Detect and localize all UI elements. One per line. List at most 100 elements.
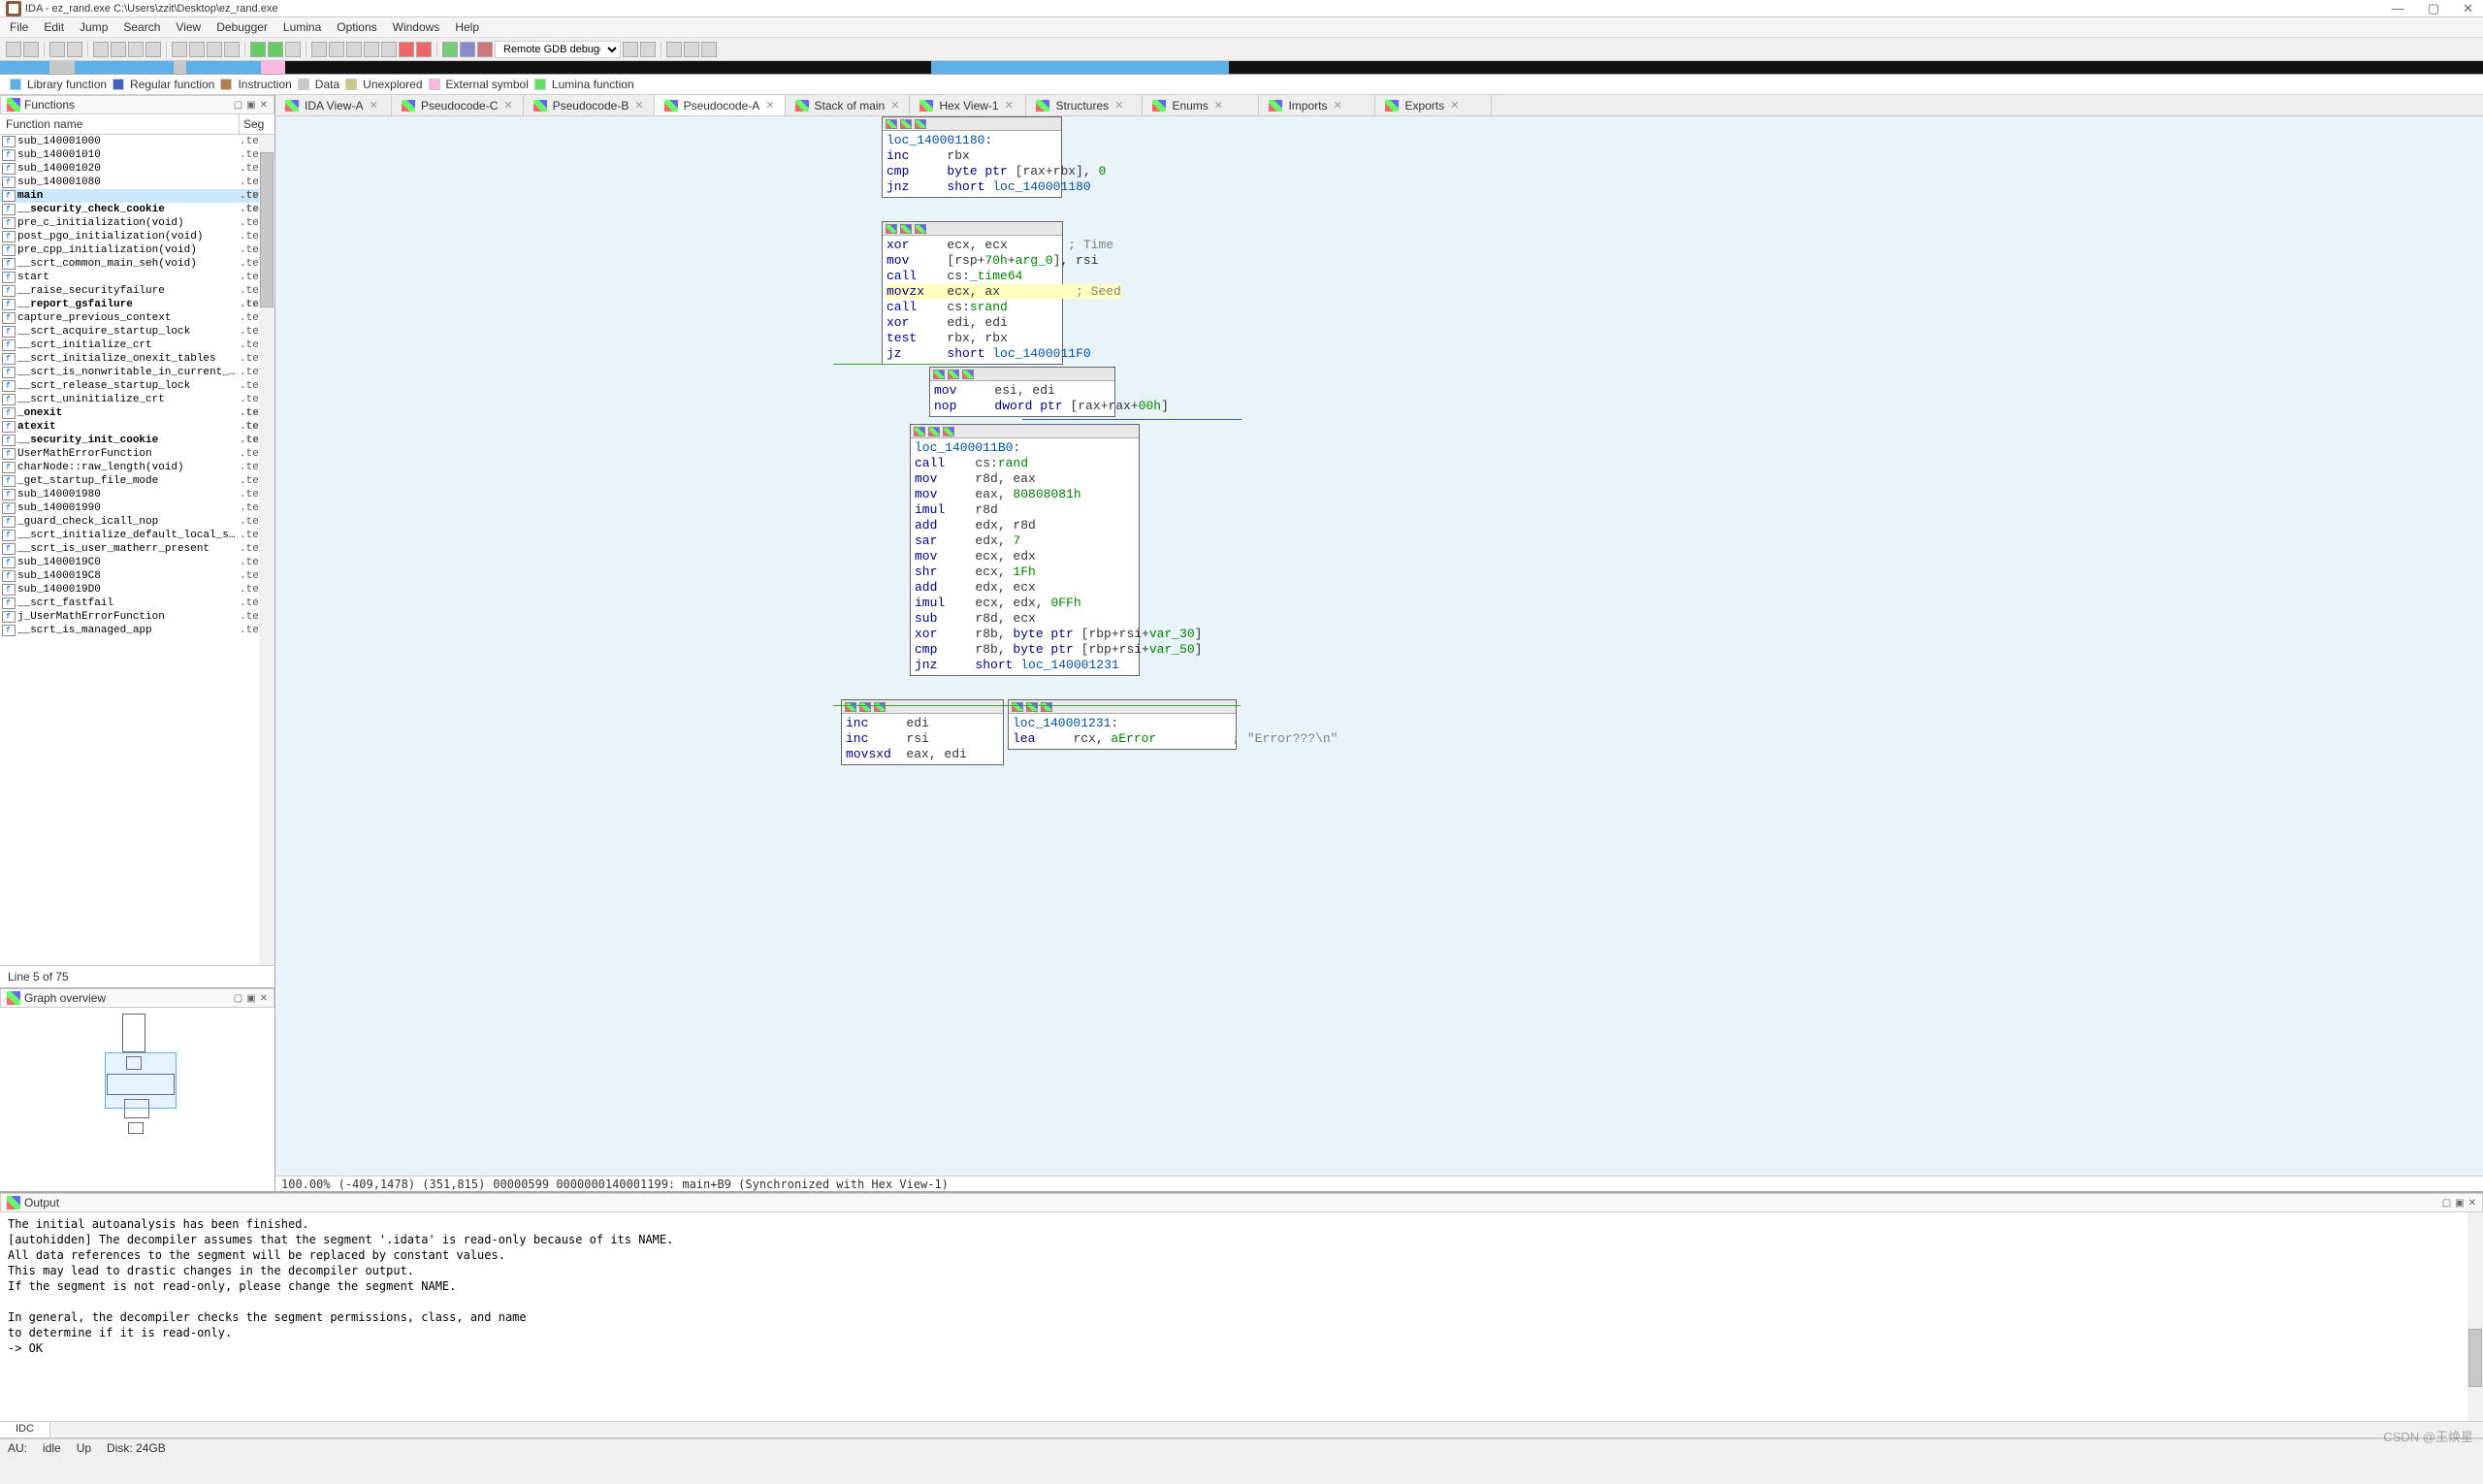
tool-button[interactable]: [93, 42, 109, 57]
function-row[interactable]: sub_1400019C0.tex: [0, 556, 274, 569]
pause-button[interactable]: [460, 42, 475, 57]
maximize-panel-button[interactable]: ▣: [246, 993, 255, 1004]
close-panel-button[interactable]: ✕: [2468, 1198, 2476, 1209]
undock-button[interactable]: ▢: [234, 100, 242, 111]
idc-tab[interactable]: IDC: [0, 1422, 50, 1437]
tab-enums[interactable]: Enums✕: [1143, 95, 1259, 115]
tool-button[interactable]: [364, 42, 379, 57]
maximize-button[interactable]: ▢: [2428, 1, 2439, 16]
run-button[interactable]: [442, 42, 458, 57]
tool-button[interactable]: [416, 42, 432, 57]
col-seg[interactable]: Seg: [240, 114, 274, 134]
scrollbar-thumb[interactable]: [2468, 1329, 2482, 1387]
close-panel-button[interactable]: ✕: [260, 100, 268, 111]
tool-button[interactable]: [128, 42, 144, 57]
functions-column-header[interactable]: Function name Seg: [0, 114, 274, 135]
graph-view[interactable]: loc_140001180:inc rbxcmp byte ptr [rax+r…: [275, 116, 2483, 1191]
function-row[interactable]: __scrt_is_nonwritable_in_current_image.t…: [0, 366, 274, 379]
function-row[interactable]: __scrt_is_user_matherr_present.tex: [0, 542, 274, 556]
function-row[interactable]: j_UserMathErrorFunction.tex: [0, 610, 274, 624]
function-row[interactable]: __security_init_cookie.te: [0, 434, 274, 447]
function-row[interactable]: __scrt_uninitialize_crt.tex: [0, 393, 274, 406]
menu-lumina[interactable]: Lumina: [283, 20, 321, 34]
col-function-name[interactable]: Function name: [0, 114, 240, 134]
function-row[interactable]: atexit.te: [0, 420, 274, 434]
tool-button[interactable]: [666, 42, 682, 57]
function-row[interactable]: sub_140001990.tex: [0, 501, 274, 515]
tab-imports[interactable]: Imports✕: [1259, 95, 1375, 115]
menu-options[interactable]: Options: [337, 20, 376, 34]
function-row[interactable]: __scrt_release_startup_lock.tex: [0, 379, 274, 393]
close-button[interactable]: ✕: [2463, 1, 2473, 16]
function-row[interactable]: sub_140001000.tex: [0, 135, 274, 148]
asm-node-6[interactable]: loc_140001231:lea rcx, aError ; "Error??…: [1008, 699, 1237, 750]
scrollbar-thumb[interactable]: [260, 152, 274, 307]
asm-node-1[interactable]: loc_140001180:inc rbxcmp byte ptr [rax+r…: [882, 116, 1062, 198]
tab-structures[interactable]: Structures✕: [1026, 95, 1143, 115]
function-row[interactable]: __scrt_initialize_onexit_tables.tex: [0, 352, 274, 366]
scrollbar[interactable]: [2467, 1212, 2483, 1421]
graph-overview-canvas[interactable]: [0, 1008, 274, 1191]
maximize-panel-button[interactable]: ▣: [246, 100, 255, 111]
tool-button[interactable]: [346, 42, 362, 57]
function-row[interactable]: post_pgo_initialization(void).tex: [0, 230, 274, 243]
tool-button[interactable]: [381, 42, 397, 57]
save-button[interactable]: [23, 42, 39, 57]
tool-button[interactable]: [684, 42, 699, 57]
function-row[interactable]: __scrt_common_main_seh(void).tex: [0, 257, 274, 271]
tool-button[interactable]: [311, 42, 327, 57]
menu-search[interactable]: Search: [123, 20, 160, 34]
function-row[interactable]: sub_140001020.tex: [0, 162, 274, 176]
function-row[interactable]: start.tex: [0, 271, 274, 284]
function-row[interactable]: pre_c_initialization(void).tex: [0, 216, 274, 230]
function-row[interactable]: main.te: [0, 189, 274, 203]
tool-button[interactable]: [623, 42, 638, 57]
functions-list[interactable]: sub_140001000.texsub_140001010.texsub_14…: [0, 135, 274, 965]
forward-button[interactable]: [67, 42, 82, 57]
tool-button[interactable]: [701, 42, 717, 57]
function-row[interactable]: __report_gsfailure.te: [0, 298, 274, 311]
function-row[interactable]: __scrt_initialize_default_local_stdio_op…: [0, 529, 274, 542]
menu-edit[interactable]: Edit: [44, 20, 64, 34]
function-row[interactable]: __scrt_initialize_crt.tex: [0, 339, 274, 352]
tool-button[interactable]: [268, 42, 283, 57]
function-row[interactable]: sub_1400019C8.tex: [0, 569, 274, 583]
function-row[interactable]: __scrt_is_managed_app.tex: [0, 624, 274, 637]
minimize-button[interactable]: —: [2392, 1, 2404, 16]
tab-exports[interactable]: Exports✕: [1375, 95, 1492, 115]
tab-hex-view-1[interactable]: Hex View-1✕: [910, 95, 1026, 115]
function-row[interactable]: sub_140001080.tex: [0, 176, 274, 189]
tab-pseudocode-a[interactable]: Pseudocode-A✕: [655, 95, 786, 115]
tool-button[interactable]: [224, 42, 240, 57]
function-row[interactable]: sub_140001010.tex: [0, 148, 274, 162]
function-row[interactable]: UserMathErrorFunction.tex: [0, 447, 274, 461]
menu-windows[interactable]: Windows: [393, 20, 440, 34]
output-body[interactable]: The initial autoanalysis has been finish…: [0, 1212, 2483, 1421]
overview-strip[interactable]: [0, 61, 2483, 75]
function-row[interactable]: sub_1400019D0.tex: [0, 583, 274, 597]
tab-ida-view-a[interactable]: IDA View-A✕: [275, 95, 392, 115]
tool-button[interactable]: [329, 42, 344, 57]
menu-file[interactable]: File: [10, 20, 28, 34]
maximize-panel-button[interactable]: ▣: [2455, 1198, 2464, 1209]
function-row[interactable]: capture_previous_context.tex: [0, 311, 274, 325]
function-row[interactable]: __scrt_acquire_startup_lock.tex: [0, 325, 274, 339]
back-button[interactable]: [49, 42, 65, 57]
debugger-select[interactable]: Remote GDB debugger: [495, 41, 621, 58]
function-row[interactable]: _get_startup_file_mode.tex: [0, 474, 274, 488]
menu-view[interactable]: View: [176, 20, 201, 34]
tool-button[interactable]: [285, 42, 301, 57]
tool-button[interactable]: [172, 42, 187, 57]
asm-node-5[interactable]: inc ediinc rsimovsxd eax, edi: [841, 699, 1004, 765]
tool-button[interactable]: [250, 42, 266, 57]
menu-help[interactable]: Help: [455, 20, 479, 34]
asm-node-3[interactable]: mov esi, edinop dword ptr [rax+rax+00h]: [929, 367, 1115, 417]
tab-stack-of-main[interactable]: Stack of main✕: [786, 95, 911, 115]
menu-debugger[interactable]: Debugger: [216, 20, 268, 34]
undock-button[interactable]: ▢: [2442, 1198, 2451, 1209]
function-row[interactable]: _guard_check_icall_nop.tex: [0, 515, 274, 529]
close-panel-button[interactable]: ✕: [260, 993, 268, 1004]
stop-button[interactable]: [477, 42, 493, 57]
tool-button[interactable]: [399, 42, 414, 57]
asm-node-2[interactable]: xor ecx, ecx ; Timemov [rsp+70h+arg_0], …: [882, 221, 1063, 365]
